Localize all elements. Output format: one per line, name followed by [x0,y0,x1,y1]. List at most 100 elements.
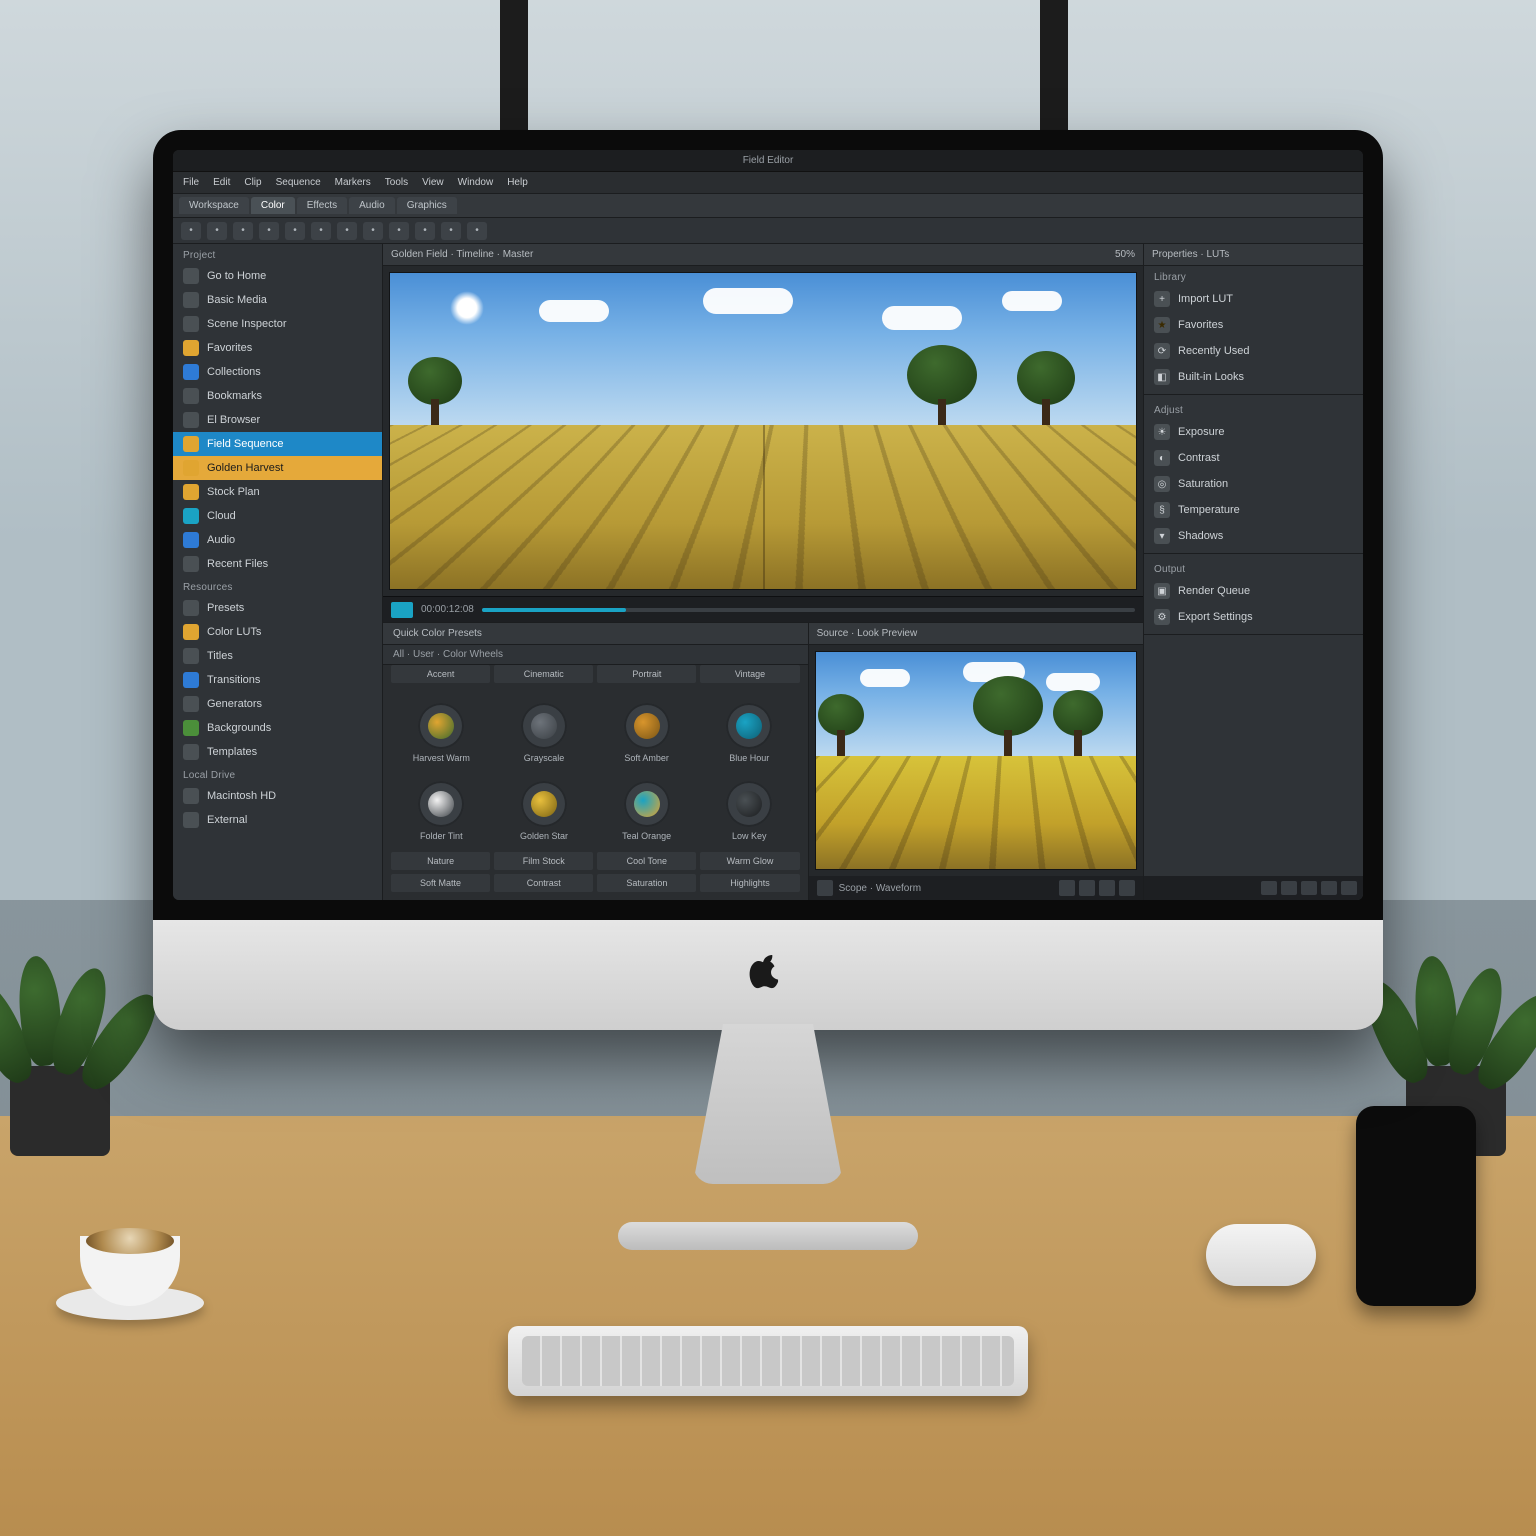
sidebar-item-favorites[interactable]: Favorites [173,336,382,360]
note-icon [183,532,199,548]
preset-category-nature[interactable]: Nature [391,852,490,870]
preset-category-cinematic[interactable]: Cinematic [494,665,593,683]
rp-item-export-settings[interactable]: ⚙Export Settings [1144,604,1363,630]
tab-effects[interactable]: Effects [297,197,347,214]
canvas-zoom[interactable]: 50% [1115,249,1135,260]
rp-item-saturation[interactable]: ◎Saturation [1144,471,1363,497]
sidebar-item-el-browser[interactable]: El Browser [173,408,382,432]
preview-tool-1[interactable] [1059,880,1075,896]
sidebar-item-external[interactable]: External [173,808,382,832]
sidebar-item-titles[interactable]: Titles [173,644,382,668]
sidebar-item-color-luts[interactable]: Color LUTs [173,620,382,644]
sidebar-item-basic-media[interactable]: Basic Media [173,288,382,312]
sidebar-item-audio[interactable]: Audio [173,528,382,552]
preset-soft-amber[interactable]: Soft Amber [598,697,695,769]
preset-blue-hour[interactable]: Blue Hour [701,697,798,769]
preset-category-highlights[interactable]: Highlights [700,874,799,892]
rp-mini-1[interactable] [1261,881,1277,895]
menu-file[interactable]: File [183,177,199,188]
rp-item-contrast[interactable]: ◐Contrast [1144,445,1363,471]
preset-category-warm-glow[interactable]: Warm Glow [700,852,799,870]
rp-item-render-queue[interactable]: ▣Render Queue [1144,578,1363,604]
toolbar-save-button[interactable]: • [233,222,253,240]
preset-category-soft-matte[interactable]: Soft Matte [391,874,490,892]
menu-tools[interactable]: Tools [385,177,408,188]
rp-item-built-in-looks[interactable]: ◧Built-in Looks [1144,364,1363,390]
menu-edit[interactable]: Edit [213,177,230,188]
preset-category-accent[interactable]: Accent [391,665,490,683]
toolbar-redo-button[interactable]: • [285,222,305,240]
tab-workspace[interactable]: Workspace [179,197,249,214]
rp-item-shadows[interactable]: ▾Shadows [1144,523,1363,549]
preset-folder-tint[interactable]: Folder Tint [393,775,490,847]
rp-item-import-lut[interactable]: +Import LUT [1144,286,1363,312]
toolbar-copy-button[interactable]: • [337,222,357,240]
preset-category-saturation[interactable]: Saturation [597,874,696,892]
sidebar-item-recent-files[interactable]: Recent Files [173,552,382,576]
preset-category-contrast[interactable]: Contrast [494,874,593,892]
rp-mini-5[interactable] [1341,881,1357,895]
menu-window[interactable]: Window [458,177,494,188]
menu-clip[interactable]: Clip [244,177,261,188]
toolbar-cut-button[interactable]: • [311,222,331,240]
preset-harvest-warm[interactable]: Harvest Warm [393,697,490,769]
preset-low-key[interactable]: Low Key [701,775,798,847]
toolbar-open-button[interactable]: • [207,222,227,240]
sidebar-item-transitions[interactable]: Transitions [173,668,382,692]
sidebar-item-scene-inspector[interactable]: Scene Inspector [173,312,382,336]
sidebar-item-stock-plan[interactable]: Stock Plan [173,480,382,504]
toolbar-zoom-button[interactable]: • [389,222,409,240]
tab-audio[interactable]: Audio [349,197,395,214]
sidebar-item-cloud[interactable]: Cloud [173,504,382,528]
preset-golden-star[interactable]: Golden Star [496,775,593,847]
rp-mini-2[interactable] [1281,881,1297,895]
rp-item-recently-used[interactable]: ⟳Recently Used [1144,338,1363,364]
sidebar-item-label: Collections [207,366,261,378]
preview-tool-2[interactable] [1079,880,1095,896]
sidebar-item-go-to-home[interactable]: Go to Home [173,264,382,288]
sidebar-item-backgrounds[interactable]: Backgrounds [173,716,382,740]
toolbar-new-button[interactable]: • [181,222,201,240]
sidebar-item-field-sequence[interactable]: Field Sequence [173,432,382,456]
timeline-bar[interactable]: 00:00:12:08 [383,596,1143,622]
preview-tool-4[interactable] [1119,880,1135,896]
menu-view[interactable]: View [422,177,444,188]
main-canvas[interactable] [389,272,1137,590]
sidebar-item-label: Stock Plan [207,486,260,498]
tab-graphics[interactable]: Graphics [397,197,457,214]
sidebar-item-golden-harvest[interactable]: Golden Harvest [173,456,382,480]
sidebar-item-macintosh-hd[interactable]: Macintosh HD [173,784,382,808]
toolbar-undo-button[interactable]: • [259,222,279,240]
preview-tool-3[interactable] [1099,880,1115,896]
sidebar-item-collections[interactable]: Collections [173,360,382,384]
tab-color[interactable]: Color [251,197,295,214]
menu-markers[interactable]: Markers [335,177,371,188]
window-title: Field Editor [743,155,794,166]
preview-canvas[interactable] [815,651,1137,870]
rp-item-favorites[interactable]: ★Favorites [1144,312,1363,338]
scope-icon[interactable] [817,880,833,896]
rp-mini-3[interactable] [1301,881,1317,895]
rp-item-exposure[interactable]: ☀Exposure [1144,419,1363,445]
preset-grayscale[interactable]: Grayscale [496,697,593,769]
sidebar-item-generators[interactable]: Generators [173,692,382,716]
preset-category-portrait[interactable]: Portrait [597,665,696,683]
menu-sequence[interactable]: Sequence [276,177,321,188]
preset-label: Grayscale [524,753,565,763]
timeline-track[interactable] [482,608,1135,612]
rp-item-temperature[interactable]: §Temperature [1144,497,1363,523]
preset-teal-orange[interactable]: Teal Orange [598,775,695,847]
toolbar-paste-button[interactable]: • [363,222,383,240]
menu-help[interactable]: Help [507,177,528,188]
preset-category-film-stock[interactable]: Film Stock [494,852,593,870]
toolbar-snap-button[interactable]: • [467,222,487,240]
preset-category-cool-tone[interactable]: Cool Tone [597,852,696,870]
play-button[interactable] [391,602,413,618]
sidebar-item-presets[interactable]: Presets [173,596,382,620]
rp-mini-4[interactable] [1321,881,1337,895]
sidebar-item-bookmarks[interactable]: Bookmarks [173,384,382,408]
toolbar-fit-button[interactable]: • [415,222,435,240]
toolbar-grid-button[interactable]: • [441,222,461,240]
preset-category-vintage[interactable]: Vintage [700,665,799,683]
sidebar-item-templates[interactable]: Templates [173,740,382,764]
